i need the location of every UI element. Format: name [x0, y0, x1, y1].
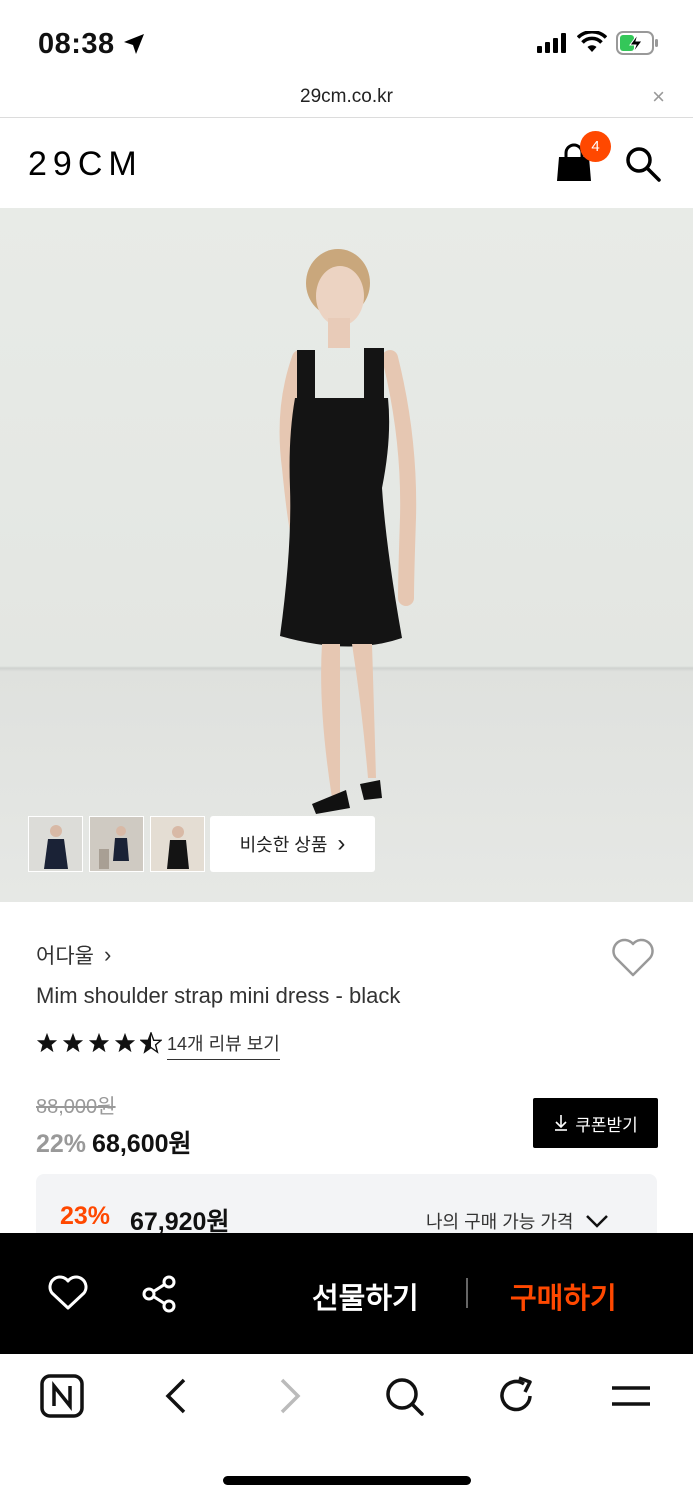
- my-price-toggle[interactable]: 나의 구매 가능 가격: [426, 1208, 609, 1234]
- wifi-icon: [577, 31, 607, 52]
- divider: [466, 1278, 468, 1308]
- chevron-down-icon: [586, 1215, 609, 1228]
- star-icon: [114, 1032, 136, 1053]
- url-text[interactable]: 29cm.co.kr: [0, 86, 693, 108]
- coupon-label: 쿠폰받기: [575, 1115, 638, 1135]
- cart-count-badge: 4: [580, 131, 611, 162]
- thumbnail-strip: [28, 816, 205, 872]
- heart-icon[interactable]: [48, 1275, 88, 1311]
- price-row: 22% 68,600원: [36, 1124, 192, 1160]
- home-indicator: [223, 1476, 471, 1485]
- status-bar: 08:38: [0, 0, 693, 82]
- coupon-button[interactable]: 쿠폰받기: [533, 1098, 658, 1148]
- similar-products-label: 비슷한 상품: [239, 835, 328, 855]
- thumbnail-3[interactable]: [150, 816, 205, 872]
- sale-price: 68,600원: [92, 1130, 192, 1158]
- menu-icon[interactable]: [610, 1374, 652, 1418]
- product-name: Mim shoulder strap mini dress - black: [36, 983, 401, 1008]
- chevron-right-icon: ›: [337, 830, 346, 857]
- rating-stars: [36, 1032, 162, 1054]
- browser-url-bar[interactable]: 29cm.co.kr ×: [0, 82, 693, 118]
- brand-name: 어다울: [36, 945, 94, 968]
- original-price: 88,000원: [36, 1096, 116, 1118]
- search-icon[interactable]: [624, 145, 662, 183]
- gift-button[interactable]: 선물하기: [312, 1275, 419, 1317]
- close-icon[interactable]: ×: [652, 86, 665, 108]
- location-arrow-icon: [124, 34, 144, 54]
- chevron-right-icon: ›: [103, 942, 112, 967]
- product-hero-image[interactable]: [0, 208, 693, 902]
- thumbnail-2[interactable]: [89, 816, 144, 872]
- similar-products-button[interactable]: 비슷한 상품 ›: [210, 816, 375, 872]
- status-time: 08:38: [38, 28, 115, 60]
- forward-arrow-icon[interactable]: [276, 1374, 306, 1418]
- purchase-action-bar: 선물하기 구매하기: [0, 1233, 693, 1354]
- share-icon[interactable]: [140, 1275, 178, 1313]
- battery-charging-icon: [616, 31, 658, 55]
- naver-home-icon[interactable]: [40, 1374, 84, 1418]
- back-arrow-icon[interactable]: [160, 1374, 190, 1418]
- discount-rate: 22%: [36, 1130, 87, 1158]
- half-star-icon: [140, 1032, 162, 1054]
- model-illustration: [279, 249, 417, 814]
- download-icon: [555, 1115, 568, 1131]
- star-icon: [62, 1032, 84, 1053]
- my-price-label: 나의 구매 가능 가격: [426, 1212, 574, 1232]
- my-discount-rate: 23%: [60, 1202, 111, 1230]
- cellular-signal-icon: [537, 33, 566, 53]
- thumbnail-1[interactable]: [28, 816, 83, 872]
- review-link[interactable]: 14개 리뷰 보기: [167, 1030, 280, 1060]
- buy-button[interactable]: 구매하기: [510, 1275, 617, 1317]
- brand-link[interactable]: 어다울 ›: [36, 940, 111, 970]
- star-icon: [36, 1032, 58, 1053]
- wishlist-heart-icon[interactable]: [611, 938, 655, 978]
- refresh-icon[interactable]: [497, 1374, 537, 1418]
- search-icon[interactable]: [384, 1374, 426, 1418]
- site-logo[interactable]: 29CM: [28, 145, 143, 184]
- star-icon: [88, 1032, 110, 1053]
